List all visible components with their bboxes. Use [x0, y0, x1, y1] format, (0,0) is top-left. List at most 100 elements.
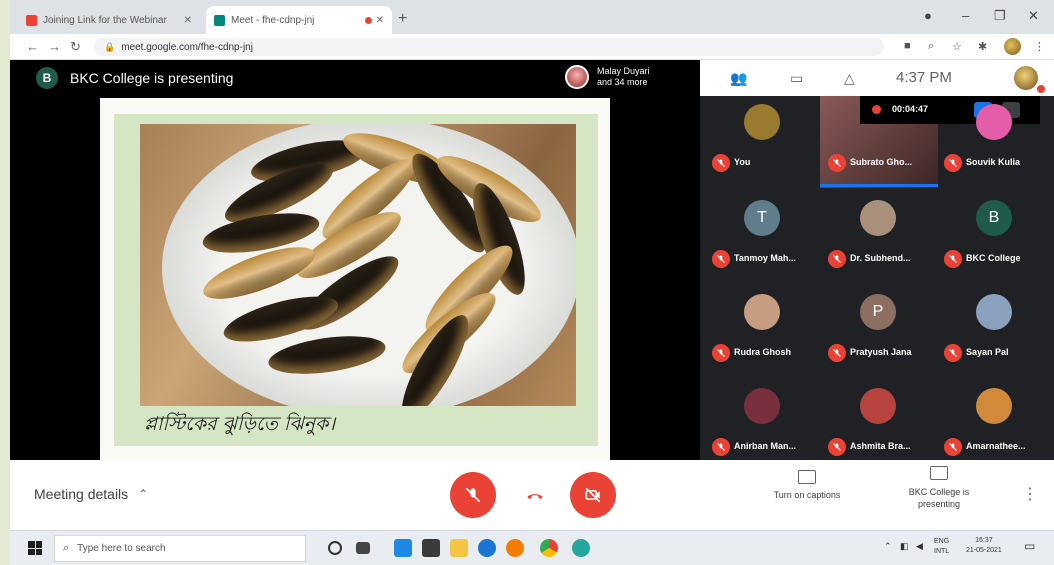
profile-dot-icon[interactable]: ●	[924, 8, 932, 23]
slide-content: প্লাস্টিকের ঝুড়িতে ঝিনুক।	[114, 114, 598, 446]
participant-avatar	[860, 388, 896, 424]
network-icon[interactable]: ◧	[900, 541, 909, 552]
region-code: INTL	[934, 548, 950, 555]
leave-call-button[interactable]	[512, 472, 558, 518]
participant-avatar	[976, 104, 1012, 140]
mic-muted-icon	[712, 344, 730, 362]
speaker-more: and 34 more	[597, 77, 648, 87]
mussels-photo	[140, 124, 576, 406]
windows-start-icon[interactable]	[28, 541, 42, 555]
people-icon[interactable]: 👥	[730, 70, 747, 87]
language-indicator[interactable]: ENG INTL	[934, 537, 949, 557]
shared-slide: প্লাস্টিকের ঝুড়িতে ঝিনুক।	[100, 98, 610, 460]
tray-chevron-icon[interactable]: ⌃	[884, 541, 892, 552]
participant-tile[interactable]: Anirban Man...	[704, 380, 822, 470]
participant-avatar	[744, 294, 780, 330]
mic-muted-icon	[712, 154, 730, 172]
hangup-icon	[527, 494, 543, 500]
minimize-button[interactable]: –	[962, 8, 969, 23]
file-explorer-icon[interactable]	[450, 539, 468, 557]
participant-tile[interactable]: B BKC College	[936, 192, 1054, 282]
participant-name: Anirban Man...	[734, 441, 797, 451]
tab-webinar[interactable]: Joining Link for the Webinar ✕	[18, 6, 200, 34]
camera-off-button[interactable]	[570, 472, 616, 518]
back-icon[interactable]: ←	[26, 39, 39, 54]
zoom-icon[interactable]: ⌕	[928, 40, 934, 53]
meet-icon	[214, 14, 225, 26]
app-icon[interactable]	[394, 539, 412, 557]
mic-muted-icon	[944, 250, 962, 268]
participant-name: Sayan Pal	[966, 347, 1009, 357]
star-icon[interactable]: ☆	[952, 40, 962, 53]
edge-new-icon[interactable]	[572, 539, 590, 557]
firefox-icon[interactable]	[506, 539, 524, 557]
new-tab-button[interactable]: +	[398, 10, 407, 28]
camera-off-icon	[585, 487, 601, 503]
tab-meet[interactable]: Meet - fhe-cdnp-jnj ✕	[206, 6, 392, 34]
task-view-icon[interactable]	[356, 542, 370, 554]
address-bar: ← → ↻ 🔒 meet.google.com/fhe-cdnp-jnj ■ ⌕…	[10, 34, 1054, 60]
mic-muted-icon	[712, 438, 730, 456]
taskbar-clock[interactable]: 16:37 21-05-2021	[966, 536, 1002, 556]
mic-off-button[interactable]	[450, 472, 496, 518]
chevron-up-icon: ⌃	[138, 487, 149, 501]
presenting-title: BKC College is presenting	[70, 70, 234, 86]
captions-button[interactable]: Turn on captions	[752, 470, 862, 500]
participant-tile[interactable]: Souvik Kulia	[936, 96, 1054, 186]
recording-dot-icon	[364, 16, 372, 24]
participant-tile[interactable]: Rudra Ghosh	[704, 286, 822, 376]
menu-icon[interactable]: ⋮	[1034, 40, 1045, 53]
taskbar-search[interactable]: ⌕ Type here to search	[54, 535, 306, 562]
participant-name: Ashmita Bra...	[850, 441, 911, 451]
chrome-icon[interactable]	[540, 539, 558, 557]
participant-tile[interactable]: Sayan Pal	[936, 286, 1054, 376]
participant-avatar	[744, 388, 780, 424]
present-icon	[930, 466, 948, 480]
forward-icon[interactable]: →	[48, 39, 61, 54]
participant-name: You	[734, 157, 751, 167]
close-icon[interactable]: ✕	[184, 15, 192, 26]
participant-tile[interactable]: T Tanmoy Mah...	[704, 192, 822, 282]
url-field[interactable]: 🔒 meet.google.com/fhe-cdnp-jnj	[94, 38, 884, 56]
maximize-button[interactable]: ❐	[994, 8, 1006, 24]
edge-icon[interactable]	[478, 539, 496, 557]
captions-icon	[798, 470, 816, 484]
volume-icon[interactable]: ◀	[916, 541, 923, 552]
speaker-text: Malay Duyari and 34 more	[597, 66, 650, 88]
participant-name: Souvik Kulia	[966, 157, 1021, 167]
participant-tile[interactable]: Amarnathee...	[936, 380, 1054, 470]
participant-tile[interactable]: You	[704, 96, 822, 186]
notifications-icon[interactable]: ▭	[1024, 539, 1035, 553]
store-icon[interactable]	[422, 539, 440, 557]
participant-tile[interactable]: P Pratyush Jana	[820, 286, 938, 376]
captions-label: Turn on captions	[773, 490, 841, 500]
gmail-icon	[26, 14, 37, 26]
meeting-details-button[interactable]: Meeting details ⌃	[34, 486, 148, 502]
tab-title: Meet - fhe-cdnp-jnj	[231, 14, 315, 26]
reload-icon[interactable]: ↻	[70, 39, 81, 55]
slide-caption: প্লাস্টিকের ঝুড়িতে ঝিনুক।	[144, 413, 336, 435]
url-text: meet.google.com/fhe-cdnp-jnj	[121, 41, 253, 53]
mic-muted-icon	[944, 344, 962, 362]
chat-icon[interactable]: ▭	[790, 70, 803, 87]
camera-icon[interactable]: ■	[904, 40, 911, 52]
participant-tile[interactable]: Ashmita Bra...	[820, 380, 938, 470]
profile-avatar[interactable]	[1004, 38, 1021, 55]
more-options-icon[interactable]: ⋮	[1022, 484, 1038, 504]
present-button[interactable]: BKC College is presenting	[884, 466, 994, 510]
participant-name: Subrato Gho...	[850, 157, 912, 167]
participant-avatar	[976, 294, 1012, 330]
present-label: BKC College is presenting	[908, 487, 970, 509]
window-close-button[interactable]: ✕	[1028, 8, 1039, 24]
participant-tile[interactable]: Subrato Gho...	[820, 96, 938, 186]
control-bar: Meeting details ⌃ Turn on captions BKC C…	[10, 460, 1054, 530]
mic-muted-icon	[828, 154, 846, 172]
extensions-icon[interactable]: ✱	[978, 40, 987, 53]
mic-muted-icon	[828, 344, 846, 362]
activities-icon[interactable]: △	[844, 70, 855, 87]
account-avatar[interactable]	[1014, 66, 1038, 90]
participant-tile[interactable]: Dr. Subhend...	[820, 192, 938, 282]
taskbar-time: 16:37	[975, 537, 993, 544]
close-icon[interactable]: ✕	[376, 15, 384, 26]
cortana-icon[interactable]	[328, 541, 342, 555]
